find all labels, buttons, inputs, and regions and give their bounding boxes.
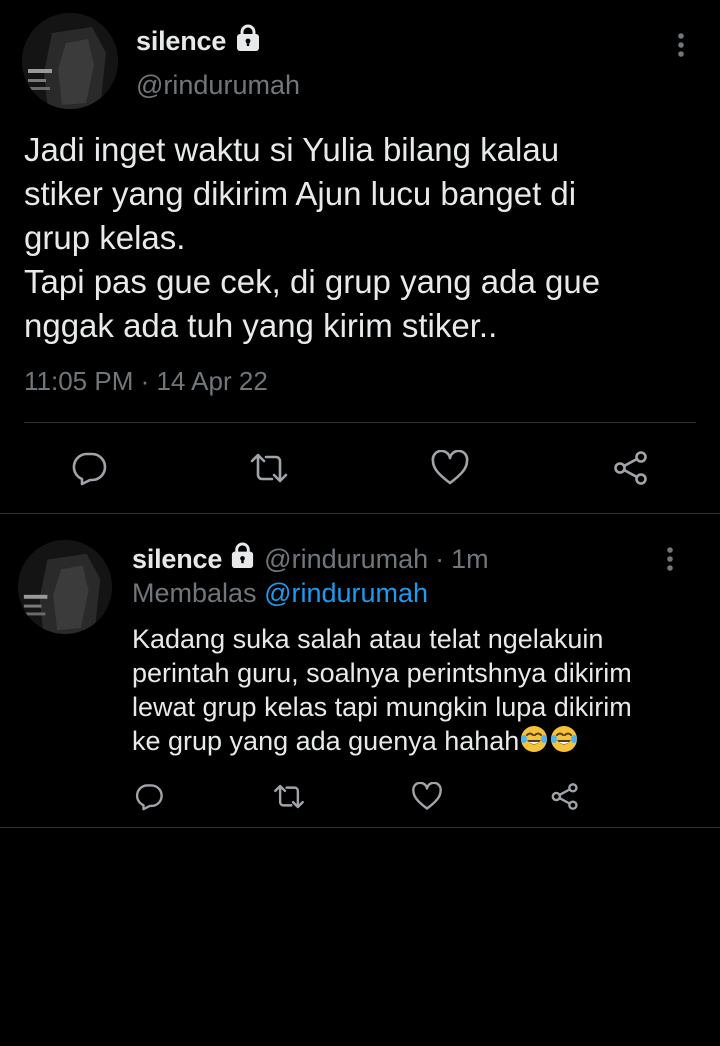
reply-icon: [135, 784, 163, 811]
retweet-button[interactable]: [272, 782, 306, 811]
like-button[interactable]: [411, 782, 443, 811]
separator: ·: [435, 543, 445, 574]
reply-header: silence @rindurumah · 1m: [132, 542, 489, 576]
avatar[interactable]: [18, 540, 112, 634]
handle[interactable]: @rindurumah: [136, 70, 300, 101]
more-options-icon[interactable]: [676, 32, 686, 63]
more-options-icon[interactable]: [665, 546, 675, 577]
face-with-tears-of-joy-icon: [519, 724, 549, 754]
avatar-image: [18, 540, 112, 634]
tweet-text: Jadi inget waktu si Yulia bilang kalau s…: [24, 131, 601, 344]
replying-to-mention[interactable]: @rindurumah: [264, 578, 428, 608]
divider: [0, 513, 720, 514]
reply-button[interactable]: [70, 450, 108, 486]
display-name[interactable]: silence: [132, 544, 222, 575]
like-icon: [431, 450, 469, 485]
like-icon: [412, 782, 442, 810]
reply-text: Kadang suka salah atau telat ngelakuin p…: [132, 622, 692, 758]
reply-button[interactable]: [134, 782, 164, 811]
retweet-button[interactable]: [248, 450, 290, 486]
share-icon: [614, 451, 647, 485]
avatar[interactable]: [22, 13, 118, 109]
lock-icon: [234, 24, 262, 59]
replying-to: Membalas @rindurumah: [132, 578, 428, 609]
retweet-icon: [274, 784, 304, 809]
divider: [0, 827, 720, 828]
share-button[interactable]: [550, 782, 580, 811]
handle[interactable]: @rindurumah: [264, 544, 428, 575]
time-ago[interactable]: 1m: [451, 544, 489, 575]
display-name[interactable]: silence: [136, 24, 262, 59]
reply-icon: [72, 452, 107, 486]
lock-icon: [229, 542, 256, 576]
share-icon: [551, 783, 578, 810]
display-name-text: silence: [136, 26, 227, 56]
divider: [24, 422, 696, 423]
avatar-image: [22, 13, 118, 109]
replying-to-label: Membalas: [132, 578, 257, 608]
face-with-tears-of-joy-icon: [549, 724, 579, 754]
share-button[interactable]: [612, 450, 650, 486]
like-button[interactable]: [430, 450, 470, 486]
retweet-icon: [250, 453, 288, 483]
tweet-timestamp[interactable]: 11:05 PM · 14 Apr 22: [24, 366, 268, 397]
